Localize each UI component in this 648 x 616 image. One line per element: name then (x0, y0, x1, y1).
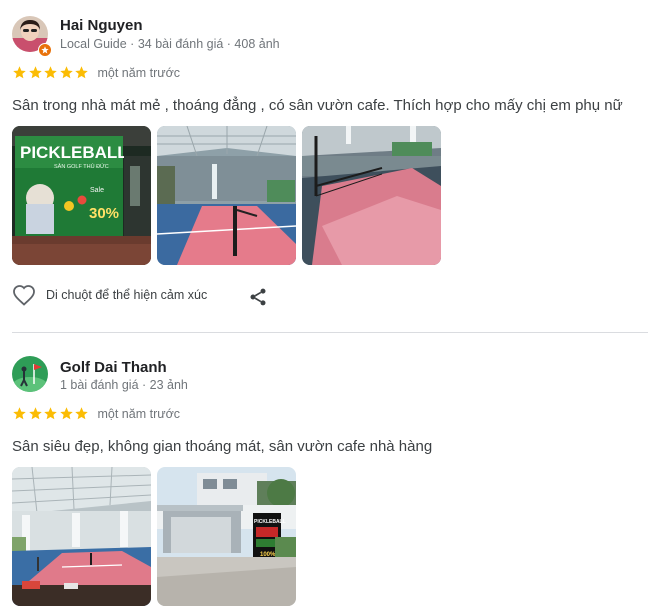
review-actions: Di chuột để thể hiện cảm xúc (12, 284, 272, 306)
heart-icon[interactable] (12, 284, 36, 306)
photo-strip: PICKLEBALL 100% (12, 467, 296, 606)
sale-value: 30% (89, 205, 119, 222)
sale-label: Sale (90, 187, 104, 194)
review-photo[interactable]: PICKLEBALL SÂN GOLF THỦ ĐỨC Sale 30% (12, 126, 151, 265)
reviewer-meta: Local Guide · 34 bài đánh giá · 408 ảnh (60, 37, 280, 51)
reviewer-name[interactable]: Hai Nguyen (60, 17, 143, 34)
photo-strip: PICKLEBALL SÂN GOLF THỦ ĐỨC Sale 30% (12, 126, 441, 265)
sign-title: PICKLEBALL (254, 519, 286, 525)
star-icon (59, 407, 73, 420)
star-icon (75, 407, 88, 420)
star-icon (75, 66, 88, 79)
star-icon (13, 66, 26, 79)
local-guide-badge-icon (38, 43, 52, 57)
review-date: một năm trước (97, 406, 181, 421)
star-icon (59, 66, 73, 79)
review-date: một năm trước (97, 65, 181, 80)
review-text: Sân siêu đẹp, không gian thoáng mát, sân… (12, 438, 433, 455)
review-divider (12, 332, 648, 333)
review-photo[interactable] (302, 126, 441, 265)
review-photo[interactable] (157, 126, 296, 265)
star-icon (44, 66, 57, 79)
reviewer-name[interactable]: Golf Dai Thanh (60, 359, 167, 376)
star-icon (28, 407, 42, 420)
star-icon (13, 407, 26, 420)
reaction-prompt: Di chuột để thể hiện cảm xúc (46, 288, 208, 302)
banner-subtitle: SÂN GOLF THỦ ĐỨC (54, 163, 109, 170)
star-icon (28, 66, 42, 79)
review-photo[interactable]: PICKLEBALL 100% (157, 467, 296, 606)
star-icon (44, 407, 57, 420)
rating-row: một năm trước (12, 65, 180, 80)
rating-row: một năm trước (12, 406, 180, 421)
banner-title: PICKLEBALL (20, 143, 128, 162)
reviewer-meta: 1 bài đánh giá · 23 ảnh (60, 378, 188, 392)
review-text: Sân trong nhà mát mẻ , thoáng đẳng , có … (12, 97, 623, 114)
share-icon[interactable] (248, 287, 268, 307)
review-photo[interactable] (12, 467, 151, 606)
avatar[interactable] (12, 356, 48, 392)
